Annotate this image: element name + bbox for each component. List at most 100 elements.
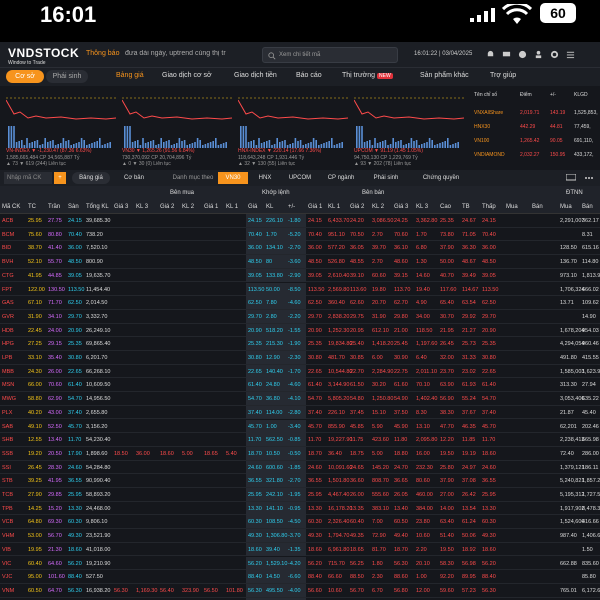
stock-code[interactable]: VCB	[2, 519, 13, 525]
stock-code[interactable]: BID	[2, 245, 11, 251]
index-table-row[interactable]: VN100 1,265.42 90.05 691,110,	[470, 136, 600, 146]
tab-watchlist[interactable]: Danh mục theo dõi	[170, 172, 216, 193]
stock-row[interactable]: SHB 12.55 13.40 11.70 54,230.40 11.70 562.50 -0…	[0, 433, 600, 447]
col-header[interactable]: TB	[462, 204, 470, 210]
col-header[interactable]: Giá	[248, 204, 257, 210]
more-options-icon[interactable]	[584, 174, 594, 182]
tab-upcom[interactable]: UPCOM	[282, 172, 318, 184]
menu-base-trading[interactable]: Giao dịch cơ sở	[162, 72, 212, 79]
tab-sector[interactable]: CP ngành	[322, 172, 360, 184]
stock-code[interactable]: MWG	[2, 396, 16, 402]
chat-icon[interactable]	[502, 50, 511, 59]
stock-row[interactable]: TCB 27.90 29.85 25.95 58,893.20 25.95 242.10 -1…	[0, 488, 600, 502]
stock-code-input[interactable]: Nhập mã CK	[4, 172, 52, 184]
index-chart-0[interactable]	[6, 90, 116, 148]
stock-code[interactable]: VJC	[2, 574, 12, 580]
stock-code[interactable]: BVH	[2, 259, 13, 265]
stock-row[interactable]: VIB 19.95 21.30 18.60 41,018.00 18.60 39.40 -1.…	[0, 542, 600, 557]
col-header[interactable]: Giá 3	[394, 204, 408, 210]
col-header[interactable]: KL	[266, 204, 273, 210]
bell-icon[interactable]	[486, 50, 495, 59]
stock-row[interactable]: CTG 41.95 44.85 39.05 19,635.70 39.05 133.80 -2…	[0, 268, 600, 283]
col-header[interactable]: KL 1	[328, 204, 340, 210]
menu-help[interactable]: Trợ giúp	[490, 72, 516, 79]
stock-row[interactable]: VHM 53.00 56.70 49.30 23,521.90 49.30 1,306.80…	[0, 529, 600, 543]
help-icon[interactable]	[518, 50, 527, 59]
col-header[interactable]: Giá 3	[114, 204, 128, 210]
col-header[interactable]: Tổng KL	[86, 204, 109, 210]
stock-row[interactable]: HPG 27.25 29.15 25.35 69,865.40 25.35 215.30 -1…	[0, 337, 600, 351]
col-header[interactable]: Mua	[560, 204, 572, 210]
stock-row[interactable]: SAB 49.10 52.50 45.70 3,156.20 45.70 1.00 -3.40…	[0, 419, 600, 434]
stock-row[interactable]: LPB 33.10 35.40 30.80 6,201.70 30.80 12.90 -2.3…	[0, 351, 600, 365]
index-chart-2[interactable]	[238, 90, 348, 148]
stock-code[interactable]: MBB	[2, 369, 14, 375]
stock-code[interactable]: BCM	[2, 232, 14, 238]
stock-row[interactable]: HDB 22.45 24.00 20.90 26,249.10 20.90 518.20 -1…	[0, 323, 600, 338]
col-header[interactable]: Trần	[48, 204, 60, 210]
notice-ticker[interactable]: đưa dài ngày, uptrend cùng thị tr	[125, 50, 255, 57]
tab-base-market[interactable]: Cơ sở	[6, 70, 44, 83]
col-header[interactable]: KL 3	[416, 204, 428, 210]
notice-label[interactable]: Thông báo	[86, 50, 119, 57]
stock-code[interactable]: SSB	[2, 451, 13, 457]
add-stock-button[interactable]: +	[54, 172, 66, 184]
tab-vn30[interactable]: VN30	[218, 172, 248, 184]
stock-row[interactable]: STB 39.25 41.95 36.55 90,990.40 36.55 321.80 -2…	[0, 474, 600, 488]
col-header[interactable]: KL 3	[136, 204, 148, 210]
stock-row[interactable]: VJC 95.00 101.60 88.40 527.50 88.40 14.50 -6.60…	[0, 570, 600, 584]
tab-basic[interactable]: Cơ bản	[118, 172, 150, 184]
col-header[interactable]: Giá 2	[160, 204, 174, 210]
stock-row[interactable]: VCB 64.80 69.30 60.30 9,806.10 60.30 108.50 -4.…	[0, 515, 600, 530]
col-header[interactable]: +/-	[288, 204, 295, 210]
col-header[interactable]: Sàn	[68, 204, 79, 210]
tab-derivatives[interactable]: Phái sinh	[366, 172, 406, 184]
stock-row[interactable]: MSN 66.00 70.60 61.40 10,609.50 61.40 24.80 -4.…	[0, 378, 600, 393]
stock-code[interactable]: GAS	[2, 300, 14, 306]
col-header[interactable]: Bán	[532, 204, 543, 210]
col-header[interactable]: Bán	[582, 204, 593, 210]
col-header[interactable]: Cao	[440, 204, 451, 210]
index-table-row[interactable]: VNXAllShare 2,019.71 143.19 1,525,853,	[470, 108, 600, 118]
col-header[interactable]: Thấp	[482, 204, 496, 210]
tab-derivative-market[interactable]: Phái sinh	[46, 70, 88, 83]
monitor-icon[interactable]	[566, 174, 576, 182]
stock-code[interactable]: TPB	[2, 506, 13, 512]
stock-code[interactable]: SAB	[2, 424, 13, 430]
stock-row[interactable]: TPB 14.25 15.20 13.30 24,468.00 13.30 141.10 -0…	[0, 501, 600, 516]
col-header[interactable]: KL 2	[182, 204, 194, 210]
stock-row[interactable]: MBB 24.30 26.00 22.65 66,268.10 22.65 140.40 -1…	[0, 364, 600, 379]
stock-code[interactable]: LPB	[2, 355, 12, 361]
index-chart-3[interactable]	[354, 90, 464, 148]
stock-code[interactable]: SSI	[2, 465, 11, 471]
menu-other-products[interactable]: Sản phẩm khác	[420, 72, 469, 79]
index-table-row[interactable]: VNDIAMOND 2,032.27 150.95 433,172,	[470, 150, 600, 160]
menu-cash-trading[interactable]: Giao dịch tiền	[234, 72, 277, 79]
stock-code[interactable]: PLX	[2, 410, 12, 416]
stock-code[interactable]: SHB	[2, 437, 13, 443]
stock-code[interactable]: VIC	[2, 561, 11, 567]
col-header[interactable]: Mã CK	[2, 204, 20, 210]
stock-row[interactable]: BVH 52.10 55.70 48.50 800.90 48.50 80 -3.60 48.5…	[0, 255, 600, 269]
stock-row[interactable]: VIC 60.40 64.60 56.20 19,210.90 56.20 1,529.10…	[0, 556, 600, 571]
stock-row[interactable]: GVR 31.90 34.10 29.70 3,332.70 29.70 2.80 -2.20…	[0, 309, 600, 324]
index-table-row[interactable]: HNX30 442.29 44.81 77,459,	[470, 122, 600, 132]
stock-code[interactable]: ACB	[2, 218, 13, 224]
col-header[interactable]: Giá 2	[350, 204, 364, 210]
tab-hnx[interactable]: HNX	[250, 172, 280, 184]
stock-code[interactable]: HDB	[2, 328, 14, 334]
stock-code[interactable]: CTG	[2, 273, 14, 279]
stock-row[interactable]: BCM 75.60 80.80 70.40 738.20 70.40 1.70 -5.20 70…	[0, 227, 600, 242]
tab-warrants[interactable]: Chứng quyền	[418, 172, 464, 184]
stock-code[interactable]: VNM	[2, 588, 14, 594]
stock-code[interactable]: MSN	[2, 382, 14, 388]
stock-code[interactable]: VIB	[2, 547, 11, 553]
menu-icon[interactable]	[566, 50, 575, 59]
stock-row[interactable]: SSI 26.45 28.30 24.60 54,284.80 24.60 600.60 -1…	[0, 460, 600, 475]
col-header[interactable]: Giá 1	[308, 204, 322, 210]
stock-row[interactable]: SSB 19.20 20.50 17.90 1,898.60 18.50 36.00 18.6…	[0, 446, 600, 461]
stock-row[interactable]: FPT 122.00 130.50 113.50 11,454.40 113.50 50.0…	[0, 282, 600, 297]
stock-row[interactable]: GAS 67.10 71.70 62.50 2,014.50 62.50 7.80 -4.60…	[0, 296, 600, 310]
stock-row[interactable]: BID 38.70 41.40 36.00 7,520.10 36.00 134.10 -2.…	[0, 241, 600, 256]
index-chart-1[interactable]	[122, 90, 232, 148]
